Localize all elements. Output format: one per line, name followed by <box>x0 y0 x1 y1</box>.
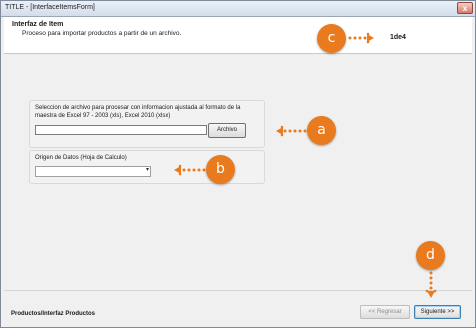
annotation-marker-a: a <box>307 116 336 145</box>
annotation-marker-b: b <box>206 155 235 184</box>
file-path-input[interactable] <box>35 125 207 135</box>
step-code: 1de4 <box>390 34 406 41</box>
next-button[interactable]: Siguiente >> <box>414 305 461 319</box>
header-title: Interfaz de Item <box>12 21 64 28</box>
header-subtitle: Proceso para importar productos a partir… <box>22 30 182 37</box>
footer-breadcrumb: Productos/Interfaz Productos <box>11 311 96 317</box>
close-button[interactable]: x <box>457 2 473 14</box>
close-icon: x <box>462 4 468 13</box>
annotation-marker-c: c <box>317 24 346 53</box>
wizard-footer: Productos/Interfaz Productos << Regresar… <box>4 290 472 326</box>
chevron-down-icon[interactable]: ▾ <box>146 166 149 173</box>
wizard-header: Interfaz de Item Proceso para importar p… <box>4 17 472 54</box>
window-title: TITLE - [InterfaceItemsForm] <box>5 4 95 11</box>
sheet-dropdown[interactable]: ▾ <box>35 166 151 177</box>
back-button[interactable]: << Regresar <box>360 305 410 319</box>
title-bar[interactable]: TITLE - [InterfaceItemsForm] x <box>1 1 475 17</box>
wizard-window: TITLE - [InterfaceItemsForm] x Interfaz … <box>0 0 476 328</box>
archivo-button[interactable]: Archivo <box>208 123 246 138</box>
file-selection-group: Seleccion de archivo para procesar con i… <box>29 100 265 148</box>
data-source-label: Origen de Datos (Hoja de Calculo) <box>35 155 127 161</box>
wizard-content: Seleccion de archivo para procesar con i… <box>4 54 472 290</box>
annotation-marker-d: d <box>416 241 445 270</box>
file-selection-label: Seleccion de archivo para procesar con i… <box>35 105 241 119</box>
